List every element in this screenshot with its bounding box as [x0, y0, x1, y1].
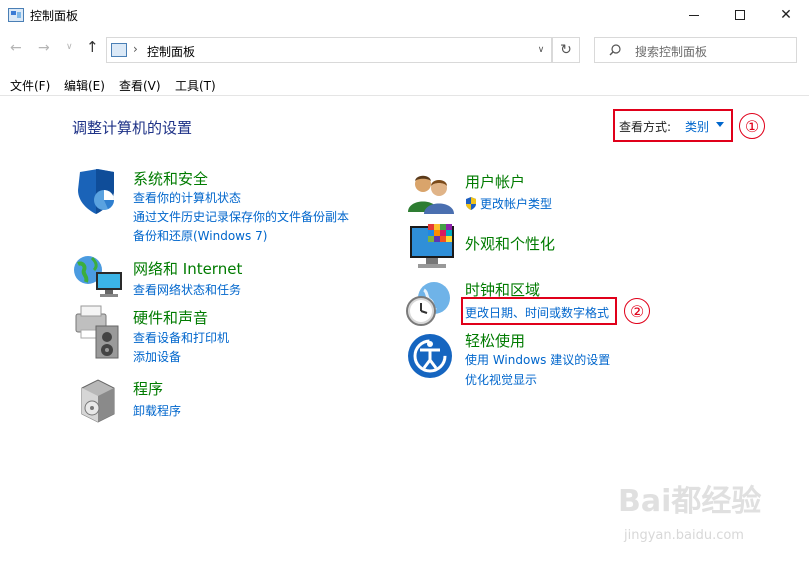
window-title: 控制面板 — [30, 9, 79, 23]
category-programs[interactable]: 程序 — [133, 378, 163, 399]
link-windows-suggested-settings[interactable]: 使用 Windows 建议的设置 — [465, 351, 610, 368]
appearance-monitor-icon — [410, 224, 454, 268]
address-bar[interactable]: › 控制面板 — [106, 37, 552, 63]
menu-tools[interactable]: 工具(T) — [175, 77, 216, 94]
clock-globe-icon — [406, 282, 450, 326]
menu-file[interactable]: 文件(F) — [10, 77, 50, 94]
programs-box-icon — [81, 379, 115, 423]
category-hardware-sound[interactable]: 硬件和声音 — [133, 307, 208, 328]
recent-locations-button[interactable]: ∨ — [66, 42, 73, 52]
search-input[interactable]: 搜索控制面板 — [594, 37, 797, 63]
category-network-internet[interactable]: 网络和 Internet — [133, 258, 242, 279]
user-accounts-icon — [408, 175, 454, 214]
search-icon — [609, 44, 621, 56]
ease-of-access-icon — [408, 334, 452, 378]
link-backup-restore[interactable]: 备份和还原(Windows 7) — [133, 227, 267, 244]
dropdown-arrow-icon[interactable] — [716, 122, 724, 127]
link-optimize-visual-display[interactable]: 优化视觉显示 — [465, 371, 537, 388]
uac-shield-icon — [466, 197, 476, 210]
category-appearance[interactable]: 外观和个性化 — [465, 233, 555, 254]
watermark-url: jingyan.baidu.com — [624, 528, 744, 543]
minimize-icon — [689, 14, 699, 16]
link-uninstall-program[interactable]: 卸载程序 — [133, 402, 181, 419]
minimize-button[interactable] — [671, 0, 717, 30]
category-system-security[interactable]: 系统和安全 — [133, 168, 208, 189]
breadcrumb-control-panel[interactable]: 控制面板 — [147, 43, 195, 60]
network-globe-icon — [74, 256, 122, 297]
link-devices-printers[interactable]: 查看设备和打印机 — [133, 329, 229, 346]
category-user-accounts[interactable]: 用户帐户 — [465, 171, 525, 192]
printer-speaker-icon — [75, 305, 119, 359]
link-change-date-time-format[interactable]: 更改日期、时间或数字格式 — [465, 304, 609, 321]
chevron-down-icon: ∨ — [537, 45, 545, 55]
link-change-account-type[interactable]: 更改帐户类型 — [465, 195, 552, 212]
link-file-history[interactable]: 通过文件历史记录保存你的文件备份副本 — [133, 208, 349, 225]
control-panel-icon — [8, 8, 24, 22]
shield-icon — [78, 169, 114, 214]
view-by-value[interactable]: 类别 — [685, 118, 709, 135]
close-icon: ✕ — [780, 7, 792, 23]
refresh-button[interactable]: ↻ — [552, 37, 580, 63]
search-placeholder: 搜索控制面板 — [635, 45, 708, 59]
refresh-icon: ↻ — [560, 42, 572, 58]
forward-button[interactable]: → — [38, 40, 50, 56]
title-bar: 控制面板 ✕ — [0, 0, 809, 30]
menu-view[interactable]: 查看(V) — [119, 77, 161, 94]
close-button[interactable]: ✕ — [763, 0, 809, 30]
navigation-bar: ← → ∨ ↑ › 控制面板 ∨ ↻ 搜索控制面板 — [0, 30, 809, 70]
watermark-logo: Bai都经验 — [618, 484, 762, 519]
up-button[interactable]: ↑ — [86, 38, 99, 56]
page-title: 调整计算机的设置 — [72, 119, 193, 137]
maximize-icon — [735, 10, 745, 20]
view-by-selector[interactable]: 查看方式: 类别 — [613, 109, 733, 142]
annotation-marker-2: ② — [624, 298, 650, 324]
back-button[interactable]: ← — [10, 40, 22, 56]
maximize-button[interactable] — [717, 0, 763, 30]
address-dropdown-button[interactable]: ∨ — [530, 37, 552, 63]
view-by-label: 查看方式: — [619, 120, 672, 134]
link-add-device[interactable]: 添加设备 — [133, 348, 181, 365]
control-panel-icon — [111, 43, 127, 57]
menu-edit[interactable]: 编辑(E) — [64, 77, 105, 94]
annotation-marker-1: ① — [739, 113, 765, 139]
category-ease-of-access[interactable]: 轻松使用 — [465, 330, 525, 351]
link-view-computer-status[interactable]: 查看你的计算机状态 — [133, 189, 241, 206]
link-change-account-type-label[interactable]: 更改帐户类型 — [480, 197, 552, 211]
breadcrumb-separator[interactable]: › — [133, 42, 138, 56]
link-network-status[interactable]: 查看网络状态和任务 — [133, 281, 241, 298]
menu-bar: 文件(F) 编辑(E) 查看(V) 工具(T) — [0, 72, 809, 96]
